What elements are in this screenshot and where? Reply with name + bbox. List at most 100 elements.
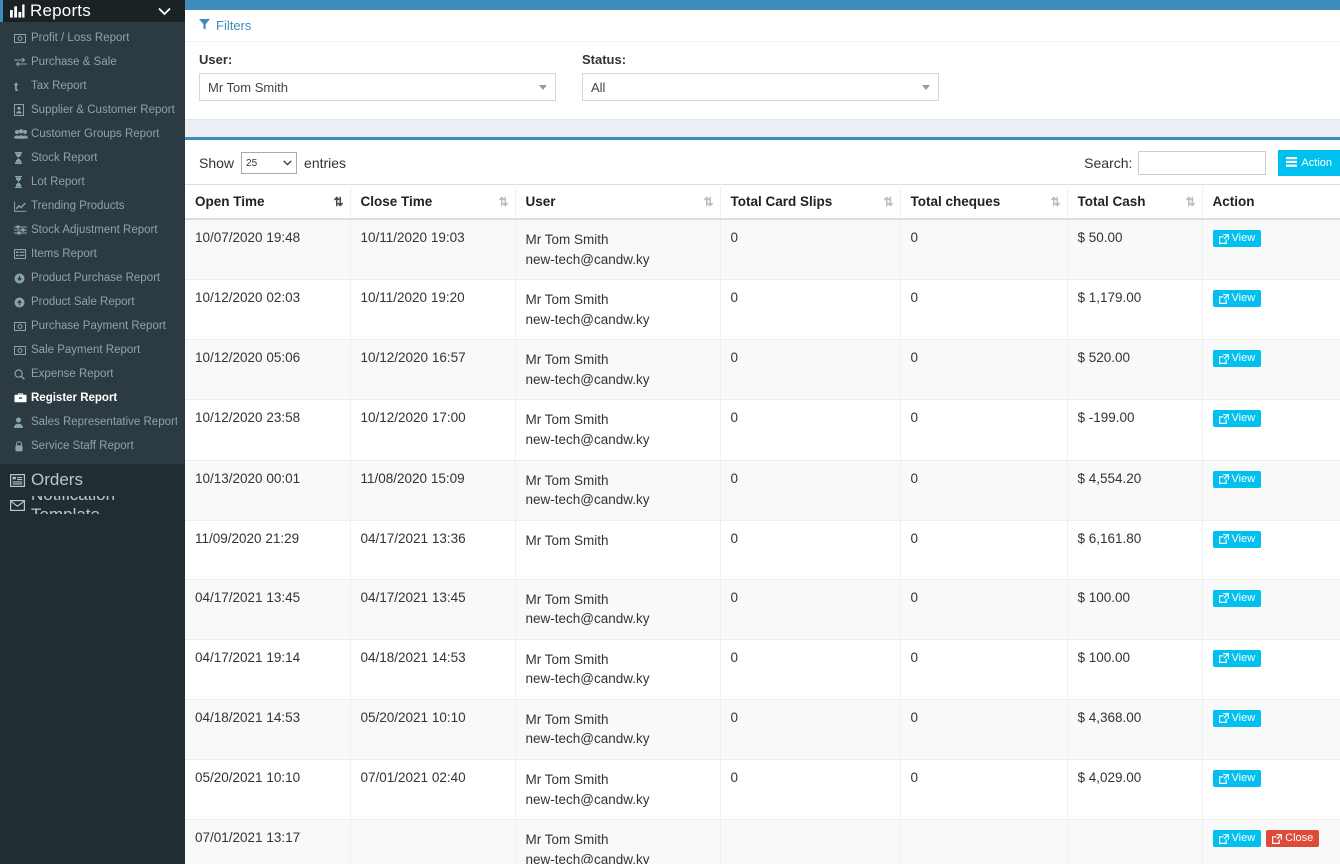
- column-label: Total Card Slips: [730, 194, 833, 209]
- cell-open-time: 05/20/2021 10:10: [185, 759, 351, 821]
- button-label: View: [1231, 352, 1256, 365]
- view-button[interactable]: View: [1212, 770, 1262, 787]
- status-filter-select[interactable]: All: [582, 73, 939, 101]
- cell-close-time: 04/18/2021 14:53: [350, 639, 516, 700]
- user-filter-value: Mr Tom Smith: [208, 79, 288, 95]
- view-button[interactable]: View: [1212, 649, 1262, 667]
- sidebar-section-notification-template[interactable]: Notification Template: [0, 496, 185, 514]
- user-email: new-tech@candw.ky: [525, 791, 650, 807]
- column-label: Close Time: [360, 194, 433, 209]
- user-name: Mr Tom Smith: [525, 711, 609, 727]
- column-header-open-time[interactable]: Open Time ⇅: [185, 184, 351, 220]
- button-label: View: [1231, 651, 1256, 664]
- table-right-tools: Search: Action: [1084, 150, 1340, 176]
- cell-open-time: 11/09/2020 21:29: [185, 520, 351, 580]
- cell-total-cash: $ 4,368.00: [1067, 699, 1203, 761]
- sidebar-item-stock-adjustment-report[interactable]: Stock Adjustment Report: [0, 218, 185, 242]
- button-label: View: [1231, 591, 1256, 604]
- money-icon: [14, 345, 31, 355]
- sidebar-item-trending-products[interactable]: Trending Products: [0, 194, 185, 218]
- sidebar-item-label: Tax Report: [31, 80, 87, 92]
- view-button[interactable]: View: [1212, 709, 1262, 727]
- button-label: View: [1231, 711, 1256, 724]
- table-body: 10/07/2020 19:48 10/11/2020 19:03 Mr Tom S…: [185, 219, 1340, 864]
- button-label: View: [1231, 412, 1256, 425]
- sidebar-item-sale-payment-report[interactable]: Sale Payment Report: [0, 338, 185, 362]
- cell-total-cash: $ 6,161.80: [1067, 520, 1203, 580]
- envelope-icon: [10, 499, 25, 511]
- cell-action: View Close: [1202, 819, 1340, 864]
- close-button[interactable]: Close: [1266, 830, 1320, 848]
- sidebar-item-label: Register Report: [31, 392, 118, 404]
- sidebar-item-register-report[interactable]: Register Report: [0, 386, 185, 410]
- cell-total-cheques: 0: [900, 699, 1068, 761]
- user-email: new-tech@candw.ky: [526, 550, 712, 551]
- view-button[interactable]: View: [1212, 350, 1262, 368]
- view-button[interactable]: View: [1212, 830, 1262, 848]
- sidebar-item-sales-representative-report[interactable]: Sales Representative Report: [0, 410, 185, 434]
- cell-total-cheques: 0: [900, 339, 1068, 401]
- register-table: Open Time ⇅ Close Time ⇅ User ⇅ Total Card …: [185, 184, 1340, 864]
- user-name: Mr Tom Smith: [525, 232, 609, 247]
- user-name: Mr Tom Smith: [525, 772, 609, 787]
- filter-group-user: User: Mr Tom Smith: [199, 52, 556, 101]
- contact-card-icon: [14, 104, 31, 116]
- user-name: Mr Tom Smith: [525, 472, 609, 488]
- sidebar-item-purchase-payment-report[interactable]: Purchase Payment Report: [0, 314, 185, 338]
- view-button[interactable]: View: [1212, 470, 1262, 488]
- sidebar-section-title: Reports: [30, 1, 91, 20]
- view-button[interactable]: View: [1212, 290, 1262, 308]
- lock-user-icon: [14, 440, 31, 452]
- view-button[interactable]: View: [1212, 530, 1262, 548]
- sidebar-item-tax-report[interactable]: t Tax Report: [0, 74, 185, 98]
- cell-total-card-slips: 0: [720, 759, 901, 821]
- cell-total-cheques: 0: [900, 460, 1068, 521]
- user-email: new-tech@candw.ky: [525, 251, 650, 267]
- sidebar-item-expense-report[interactable]: Expense Report: [0, 362, 185, 386]
- column-header-total-cheques[interactable]: Total cheques ⇅: [900, 184, 1068, 220]
- sidebar-item-supplier-customer-report[interactable]: Supplier & Customer Report: [0, 98, 185, 122]
- page-length-select[interactable]: 25: [241, 152, 298, 174]
- cell-total-card-slips: 0: [720, 399, 901, 461]
- sidebar-item-items-report[interactable]: Items Report: [0, 242, 185, 266]
- view-button[interactable]: View: [1212, 589, 1262, 607]
- sidebar-item-customer-groups-report[interactable]: Customer Groups Report: [0, 122, 185, 146]
- cell-total-cheques: 0: [900, 579, 1068, 640]
- column-header-user[interactable]: User ⇅: [515, 184, 721, 220]
- cell-open-time: 10/12/2020 05:06: [185, 339, 351, 401]
- briefcase-icon: [14, 393, 31, 403]
- cell-action: View: [1202, 520, 1340, 580]
- view-button[interactable]: View: [1212, 410, 1262, 428]
- entries-label: entries: [304, 155, 347, 171]
- cell-user: Mr Tom Smith new-tech@candw.ky: [515, 399, 721, 461]
- sidebar-section-reports[interactable]: Reports: [0, 0, 185, 22]
- sidebar-item-product-sale-report[interactable]: Product Sale Report: [0, 290, 185, 314]
- search-icon: [14, 368, 31, 380]
- chevron-down-icon[interactable]: [158, 4, 171, 19]
- cell-action: View: [1202, 460, 1340, 521]
- column-header-close-time[interactable]: Close Time ⇅: [350, 184, 516, 220]
- column-header-total-cash[interactable]: Total Cash ⇅: [1067, 184, 1203, 220]
- sidebar-item-label: Service Staff Report: [31, 440, 134, 452]
- user-filter-select[interactable]: Mr Tom Smith: [199, 73, 556, 101]
- view-button[interactable]: View: [1212, 230, 1262, 247]
- sidebar-item-product-purchase-report[interactable]: Product Purchase Report: [0, 266, 185, 290]
- sidebar-item-purchase-sale[interactable]: Purchase & Sale: [0, 50, 185, 74]
- sidebar-item-service-staff-report[interactable]: Service Staff Report: [0, 434, 185, 458]
- cell-user: Mr Tom Smith new-tech@candw.ky: [515, 520, 721, 580]
- user-name: Mr Tom Smith: [525, 292, 609, 308]
- cell-total-cash: $ 4,554.20: [1067, 460, 1203, 521]
- sidebar-item-profit-loss-report[interactable]: Profit / Loss Report: [0, 26, 185, 50]
- table-row: 10/07/2020 19:48 10/11/2020 19:03 Mr Tom S…: [185, 219, 1340, 281]
- money-icon: [14, 321, 31, 331]
- cell-user: Mr Tom Smith new-tech@candw.ky: [515, 339, 721, 401]
- search-input[interactable]: [1138, 151, 1267, 175]
- button-label: Close: [1285, 832, 1314, 845]
- action-button[interactable]: Action: [1278, 150, 1340, 176]
- sidebar-item-stock-report[interactable]: Stock Report: [0, 146, 185, 170]
- sidebar-item-lot-report[interactable]: Lot Report: [0, 170, 185, 194]
- column-label: Total cheques: [910, 194, 1001, 209]
- sidebar-section-orders[interactable]: Orders: [0, 464, 185, 496]
- column-header-total-card-slips[interactable]: Total Card Slips ⇅: [720, 184, 901, 220]
- cell-total-card-slips: 0: [720, 579, 901, 640]
